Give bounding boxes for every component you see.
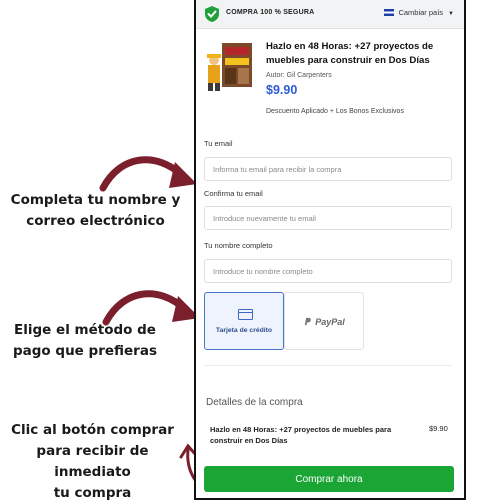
- credit-card-icon: [238, 309, 253, 320]
- flag-icon: [384, 9, 395, 16]
- paypal-icon: [305, 317, 312, 326]
- payment-option-paypal[interactable]: PayPal: [284, 292, 364, 350]
- product-title: Hazlo en 48 Horas: +27 proyectos de mueb…: [266, 41, 434, 66]
- product-discount-note: Descuento Aplicado + Los Bonos Exclusivo…: [266, 108, 404, 115]
- confirm-email-field[interactable]: [204, 206, 452, 230]
- shield-check-icon: [205, 6, 219, 22]
- summary-item-price: $9.90: [429, 424, 448, 433]
- arrow-to-payment-icon: [102, 290, 200, 326]
- product-price: $9.90: [266, 83, 298, 97]
- buy-now-button[interactable]: Comprar ahora: [204, 466, 454, 492]
- secure-purchase-label: COMPRA 100 % SEGURA: [226, 9, 315, 16]
- full-name-label: Tu nombre completo: [204, 241, 273, 250]
- annotation-click-buy: Clic al botón comprar para recibir de in…: [11, 422, 174, 501]
- section-divider: [204, 365, 452, 366]
- full-name-field[interactable]: [204, 259, 452, 283]
- product-author: Autor: Gil Carpenters: [266, 72, 332, 79]
- paypal-label: PayPal: [285, 317, 363, 327]
- email-field[interactable]: [204, 157, 452, 181]
- credit-card-label: Tarjeta de crédito: [215, 327, 273, 334]
- email-label: Tu email: [204, 139, 233, 148]
- payment-option-credit-card[interactable]: Tarjeta de crédito: [204, 292, 284, 350]
- summary-item-name: Hazlo en 48 Horas: +27 proyectos de mueb…: [210, 425, 392, 445]
- purchase-details-title: Detalles de la compra: [206, 397, 303, 408]
- change-country-selector[interactable]: Cambiar país ▼: [384, 8, 454, 17]
- secure-topbar: COMPRA 100 % SEGURA Cambiar país ▼: [196, 0, 464, 29]
- product-image: [207, 43, 252, 91]
- checkout-screen: COMPRA 100 % SEGURA Cambiar país ▼ Hazlo …: [194, 0, 466, 500]
- caret-down-icon: ▼: [448, 11, 454, 17]
- arrow-to-form-icon: [99, 156, 197, 192]
- confirm-email-label: Confirma tu email: [204, 189, 263, 198]
